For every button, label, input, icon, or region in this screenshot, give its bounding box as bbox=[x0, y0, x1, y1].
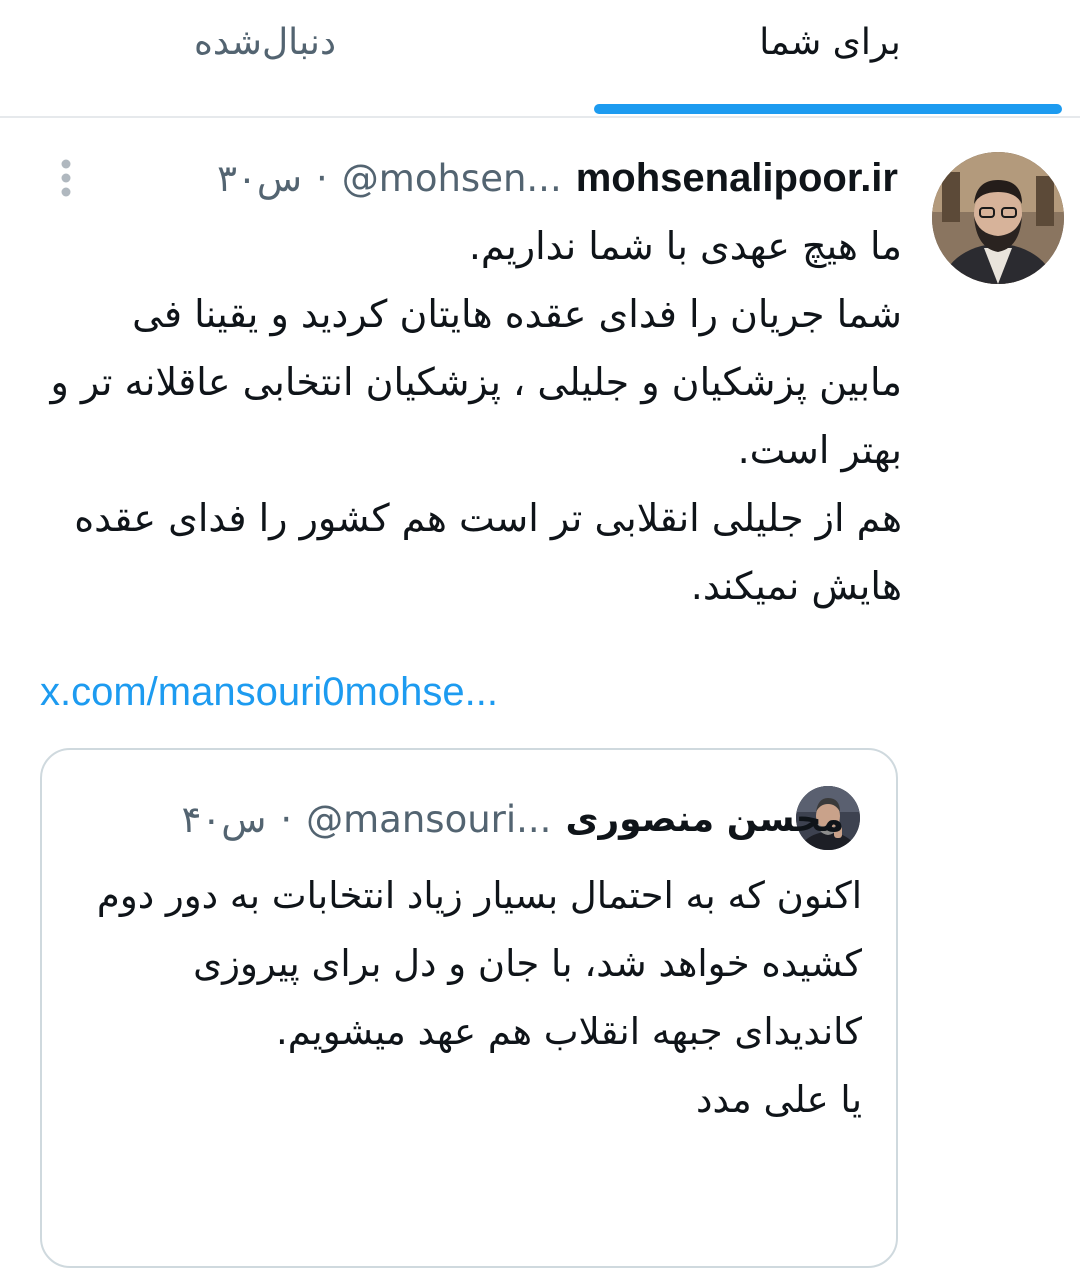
header-separator: · bbox=[316, 156, 328, 200]
tweet-paragraph: شما جریان را فدای عقده هایتان کردید و یق… bbox=[50, 292, 902, 472]
tweet-paragraph: ما هیچ عهدی با شما نداریم. bbox=[468, 224, 902, 268]
tweet-link[interactable]: x.com/mansouri0mohse... bbox=[40, 670, 498, 715]
tweet-paragraph: هم از جلیلی انقلابی تر است هم کشور را فد… bbox=[74, 496, 902, 608]
tweet-text: ما هیچ عهدی با شما نداریم. شما جریان را … bbox=[40, 212, 902, 620]
quoted-tweet-header: محسن منصوری @mansouri... · ۴۰س bbox=[181, 792, 844, 846]
quoted-author-name[interactable]: محسن منصوری bbox=[565, 799, 844, 840]
tab-following[interactable]: دنبال‌شده bbox=[40, 0, 490, 116]
tweet-author-avatar[interactable] bbox=[932, 152, 1064, 284]
tab-for-you[interactable]: برای شما bbox=[590, 0, 1070, 116]
quoted-author-handle[interactable]: @mansouri... bbox=[306, 798, 551, 841]
avatar-photo-icon bbox=[932, 152, 1064, 284]
header-separator: · bbox=[280, 797, 293, 841]
tweet-author-name[interactable]: mohsenalipoor.ir bbox=[576, 156, 898, 201]
active-tab-indicator bbox=[594, 104, 1062, 114]
quoted-tweet-timestamp[interactable]: ۴۰س bbox=[181, 798, 266, 841]
tweet-header: mohsenalipoor.ir @mohsen... · ۳۰س bbox=[217, 150, 898, 206]
tab-following-label: دنبال‌شده bbox=[194, 22, 336, 63]
quoted-tweet-paragraph: اکنون که به احتمال بسیار زیاد انتخابات ب… bbox=[96, 874, 862, 1053]
timeline-tab-bar: برای شما دنبال‌شده bbox=[0, 0, 1080, 118]
tweet-author-handle[interactable]: @mohsen... bbox=[342, 157, 562, 200]
quoted-tweet-paragraph: یا علی مدد bbox=[696, 1078, 862, 1121]
tweet-timestamp[interactable]: ۳۰س bbox=[217, 157, 302, 200]
quoted-tweet-text: اکنون که به احتمال بسیار زیاد انتخابات ب… bbox=[72, 862, 862, 1134]
more-vertical-icon[interactable] bbox=[52, 156, 80, 200]
tab-for-you-label: برای شما bbox=[759, 22, 901, 63]
